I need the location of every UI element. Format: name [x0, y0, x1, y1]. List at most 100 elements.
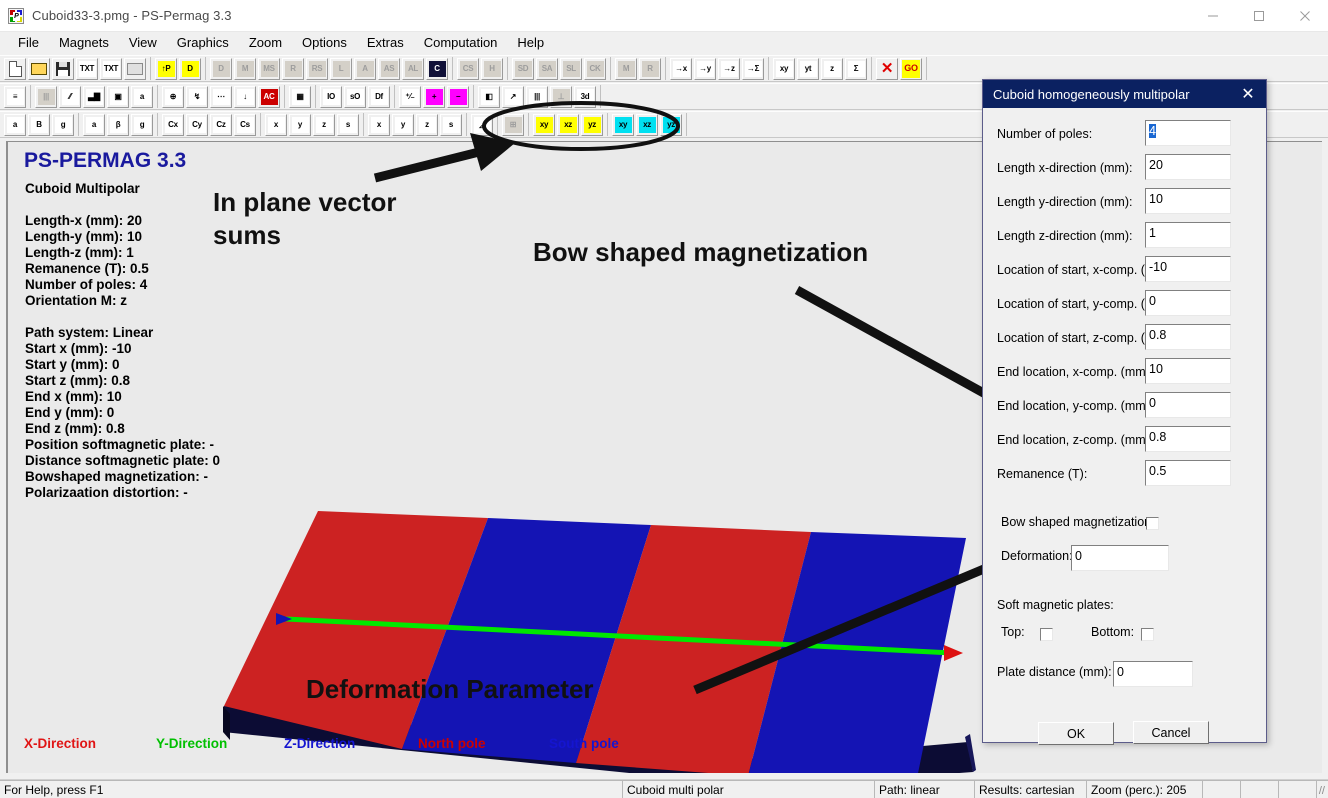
bar-x-icon[interactable]: x: [265, 113, 287, 136]
cuboid-multipolar-dialog[interactable]: Cuboid homogeneously multipolar ✕ Remane…: [982, 79, 1267, 745]
bottom-plate-checkbox[interactable]: [1141, 628, 1154, 641]
dialog-field-input[interactable]: -10: [1145, 256, 1231, 282]
menu-item-options[interactable]: Options: [292, 32, 357, 53]
text-color-icon-glyph: a: [133, 88, 151, 105]
path-plane-yt-icon[interactable]: yt: [797, 57, 819, 80]
bar-chart-icon[interactable]: ▃▇: [83, 85, 105, 108]
top-plate-checkbox[interactable]: [1040, 628, 1053, 641]
bow-shaped-checkbox[interactable]: [1146, 517, 1159, 530]
dialog-field-input[interactable]: 0: [1145, 290, 1231, 316]
import-text-icon[interactable]: TXT: [76, 57, 98, 80]
dialog-field-input[interactable]: 0: [1145, 392, 1231, 418]
parameter-up-icon[interactable]: ↑P: [155, 57, 177, 80]
magnet-3d-c-icon[interactable]: C: [426, 57, 448, 80]
bar-s-icon[interactable]: s: [337, 113, 359, 136]
vector-sum-xz-icon[interactable]: xz: [557, 113, 579, 136]
stripes-icon[interactable]: |||: [526, 85, 548, 108]
menu-item-magnets[interactable]: Magnets: [49, 32, 119, 53]
deformation-input[interactable]: 0: [1071, 545, 1169, 571]
three-d-plot-icon[interactable]: 3d: [574, 85, 596, 108]
axes-icon[interactable]: ↗: [502, 85, 524, 108]
angle-xz-icon[interactable]: xz: [636, 113, 658, 136]
color-legend-icon[interactable]: ≡: [4, 85, 26, 108]
bar-z-icon[interactable]: z: [313, 113, 335, 136]
comp-cx-icon[interactable]: Cx: [162, 113, 184, 136]
text-color-icon[interactable]: a: [131, 85, 153, 108]
dialog-field-input[interactable]: 0.8: [1145, 324, 1231, 350]
maximize-button[interactable]: [1236, 0, 1282, 32]
print-icon: [124, 57, 146, 80]
table-icon[interactable]: ▦: [289, 85, 311, 108]
plot-area-icon[interactable]: ◿: [471, 113, 493, 136]
menu-item-view[interactable]: View: [119, 32, 167, 53]
crosshair-icon[interactable]: ⊕: [162, 85, 184, 108]
plot-s-icon[interactable]: s: [440, 113, 462, 136]
menu-item-zoom[interactable]: Zoom: [239, 32, 292, 53]
diagonal-fill-icon[interactable]: ◧: [478, 85, 500, 108]
plus-minus-icon[interactable]: ⁺⁄₋: [399, 85, 421, 108]
so-icon[interactable]: sO: [344, 85, 366, 108]
ok-button[interactable]: OK: [1038, 722, 1114, 745]
angle-xy-icon[interactable]: xy: [612, 113, 634, 136]
path-sum-icon[interactable]: →Σ: [742, 57, 764, 80]
angle-yz-icon[interactable]: yz: [660, 113, 682, 136]
color-palette-icon[interactable]: ▣: [107, 85, 129, 108]
dialog-field-input[interactable]: 0.8: [1145, 426, 1231, 452]
comp-cy-icon[interactable]: Cy: [186, 113, 208, 136]
open-folder-icon[interactable]: [28, 57, 50, 80]
plot-y-icon[interactable]: y: [392, 113, 414, 136]
dialog-field-input[interactable]: 20: [1145, 154, 1231, 180]
dialog-close-button[interactable]: ✕: [1230, 80, 1266, 108]
dialog-field-input[interactable]: 10: [1145, 188, 1231, 214]
curve-icon[interactable]: ⁄⁄: [59, 85, 81, 108]
path-y-icon[interactable]: →y: [694, 57, 716, 80]
dialog-field-input[interactable]: 10: [1145, 358, 1231, 384]
go-button-icon[interactable]: GO: [900, 57, 922, 80]
label-b-icon[interactable]: B: [28, 113, 50, 136]
minimize-button[interactable]: [1190, 0, 1236, 32]
comp-cs-icon[interactable]: Cs: [234, 113, 256, 136]
vector-sum-xy-icon[interactable]: xy: [533, 113, 555, 136]
export-text-icon[interactable]: TXT: [100, 57, 122, 80]
dialog-field-input[interactable]: 4: [1145, 120, 1231, 146]
plot-x-icon[interactable]: x: [368, 113, 390, 136]
vector-sum-yz-icon[interactable]: yz: [581, 113, 603, 136]
drop-down-icon[interactable]: ↓: [234, 85, 256, 108]
resize-grip[interactable]: [1316, 780, 1328, 798]
dotted-line-icon[interactable]: ⋯: [210, 85, 232, 108]
cancel-button[interactable]: Cancel: [1133, 721, 1209, 744]
label-g-icon[interactable]: g: [52, 113, 74, 136]
plate-distance-input[interactable]: 0: [1113, 661, 1193, 687]
menu-item-file[interactable]: File: [8, 32, 49, 53]
plot-z-icon[interactable]: z: [416, 113, 438, 136]
save-disk-icon[interactable]: [52, 57, 74, 80]
ac-icon[interactable]: AC: [258, 85, 280, 108]
menu-item-computation[interactable]: Computation: [414, 32, 508, 53]
curve-beta-icon[interactable]: β: [107, 113, 129, 136]
new-document-icon[interactable]: [4, 57, 26, 80]
menu-item-help[interactable]: Help: [507, 32, 554, 53]
close-button[interactable]: [1282, 0, 1328, 32]
curve-g-icon[interactable]: g: [131, 113, 153, 136]
path-z-icon[interactable]: →z: [718, 57, 740, 80]
subtract-icon[interactable]: −: [447, 85, 469, 108]
df-icon[interactable]: Df: [368, 85, 390, 108]
path-plane-sum-icon[interactable]: Σ: [845, 57, 867, 80]
path-x-icon[interactable]: →x: [670, 57, 692, 80]
path-plane-z-icon[interactable]: z: [821, 57, 843, 80]
curve-a-icon[interactable]: a: [83, 113, 105, 136]
data-list-icon[interactable]: D: [179, 57, 201, 80]
add-icon[interactable]: +: [423, 85, 445, 108]
comp-cz-icon[interactable]: Cz: [210, 113, 232, 136]
path-plane-xy-icon[interactable]: xy: [773, 57, 795, 80]
toolbar-group-pth2: xy yt z Σ: [769, 57, 872, 80]
dialog-field-input[interactable]: 1: [1145, 222, 1231, 248]
menu-item-graphics[interactable]: Graphics: [167, 32, 239, 53]
vector-arrows-icon[interactable]: ↯: [186, 85, 208, 108]
label-a-icon[interactable]: a: [4, 113, 26, 136]
io-icon[interactable]: IO: [320, 85, 342, 108]
bar-y-icon[interactable]: y: [289, 113, 311, 136]
menu-item-extras[interactable]: Extras: [357, 32, 414, 53]
dialog-field-input[interactable]: 0.5: [1145, 460, 1231, 486]
cancel-run-icon[interactable]: ✕: [876, 57, 898, 80]
